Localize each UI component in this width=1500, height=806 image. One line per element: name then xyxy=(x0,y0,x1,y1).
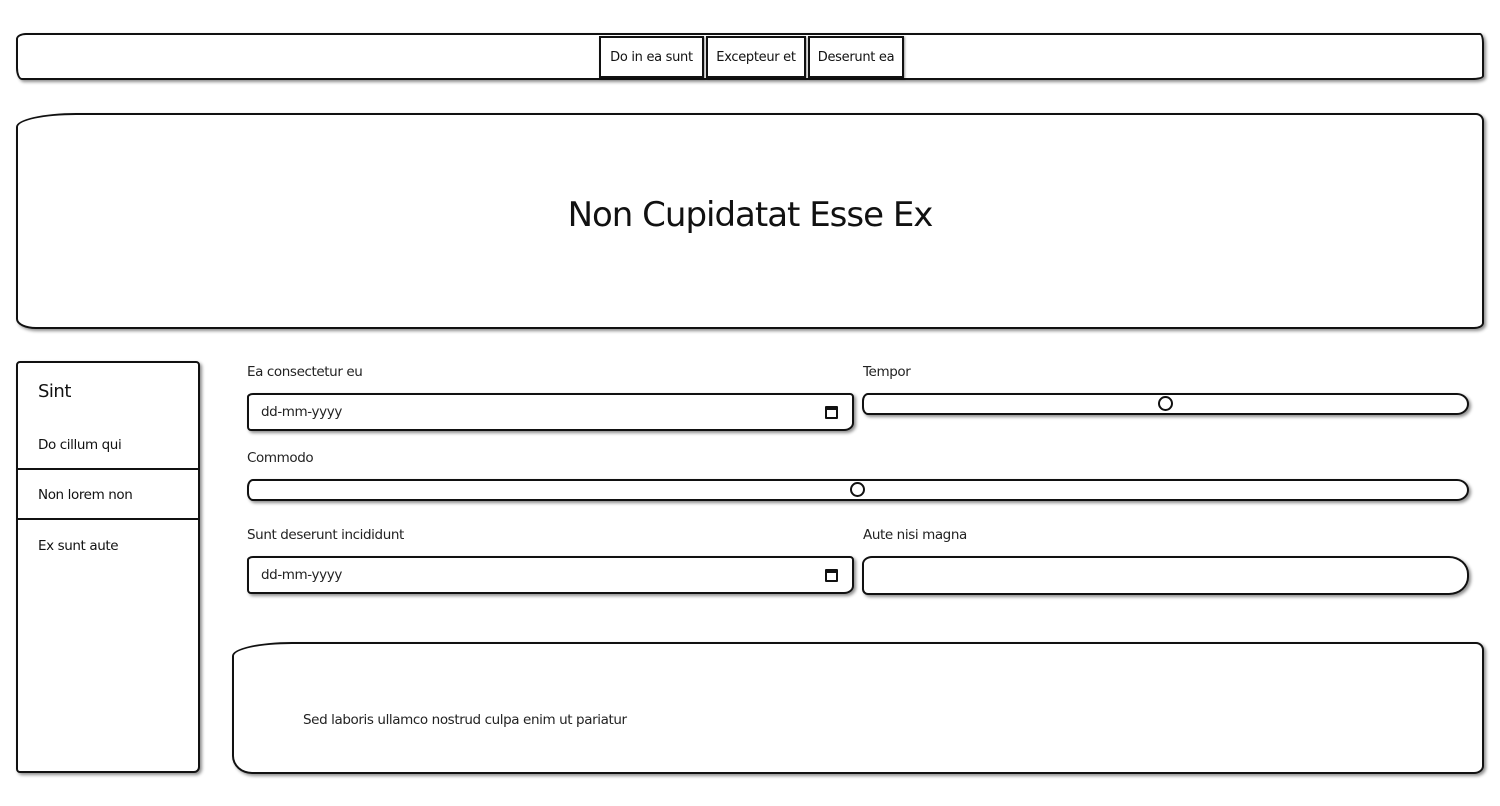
calendar-icon[interactable] xyxy=(825,406,838,419)
page-title: Non Cupidatat Esse Ex xyxy=(567,195,934,235)
date-field-label: Sunt deserunt incididunt xyxy=(247,527,404,543)
nav-button-group: Do in ea sunt Excepteur et Deserunt ea xyxy=(599,36,904,78)
sidebar: Sint Do cillum qui Non lorem non Ex sunt… xyxy=(16,361,200,773)
sidebar-title: Sint xyxy=(38,381,71,402)
content-panel: Sed laboris ullamco nostrud culpa enim u… xyxy=(232,642,1484,774)
range-field-label: Tempor xyxy=(863,364,911,380)
range-field-label: Commodo xyxy=(247,450,314,466)
range-slider-thumb[interactable] xyxy=(1158,396,1173,411)
text-field-label: Aute nisi magna xyxy=(863,527,967,543)
nav-button-excepteur-et[interactable]: Excepteur et xyxy=(706,36,806,78)
panel-text: Sed laboris ullamco nostrud culpa enim u… xyxy=(303,712,627,728)
sidebar-item-non-lorem-non[interactable]: Non lorem non xyxy=(18,471,198,520)
range-slider-thumb[interactable] xyxy=(850,482,865,497)
hero-banner: Non Cupidatat Esse Ex xyxy=(16,113,1484,329)
sidebar-item-label: Ex sunt aute xyxy=(38,537,119,554)
range-slider-commodo[interactable] xyxy=(247,479,1469,501)
date-placeholder: dd-mm-yyyy xyxy=(261,567,342,583)
sidebar-item-label: Non lorem non xyxy=(38,486,133,503)
date-input-sunt-deserunt[interactable]: dd-mm-yyyy xyxy=(247,556,854,594)
nav-button-deserunt-ea[interactable]: Deserunt ea xyxy=(808,36,904,78)
date-placeholder: dd-mm-yyyy xyxy=(261,404,342,420)
sidebar-item-do-cillum-qui[interactable]: Do cillum qui xyxy=(18,421,198,470)
date-field-label: Ea consectetur eu xyxy=(247,364,363,380)
date-input-ea-consectetur[interactable]: dd-mm-yyyy xyxy=(247,393,854,431)
text-input-aute-nisi-magna[interactable] xyxy=(862,556,1469,595)
calendar-icon[interactable] xyxy=(825,569,838,582)
nav-button-do-in-ea-sunt[interactable]: Do in ea sunt xyxy=(599,36,704,78)
range-slider-tempor[interactable] xyxy=(862,393,1469,415)
sidebar-item-label: Do cillum qui xyxy=(38,436,122,453)
sidebar-item-ex-sunt-aute[interactable]: Ex sunt aute xyxy=(18,521,198,570)
top-nav-bar: Do in ea sunt Excepteur et Deserunt ea xyxy=(16,33,1484,80)
